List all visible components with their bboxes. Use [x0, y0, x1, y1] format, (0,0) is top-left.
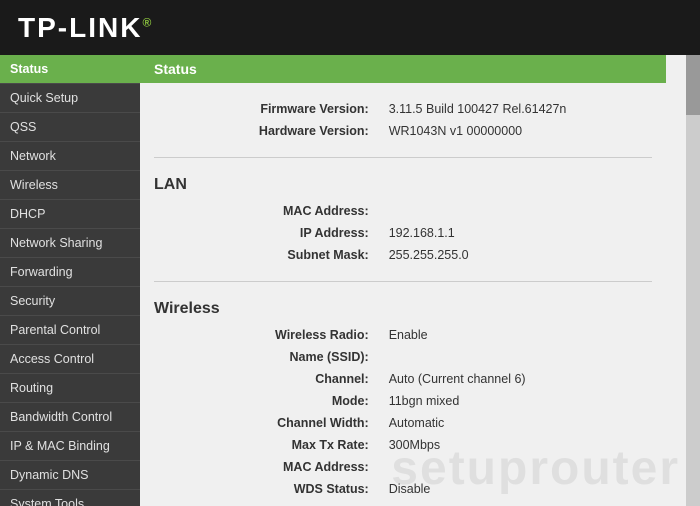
- lan-ip-label: IP Address:: [140, 222, 377, 244]
- version-table: Firmware Version: 3.11.5 Build 100427 Re…: [140, 98, 666, 142]
- wireless-width-value: Automatic: [377, 412, 666, 434]
- firmware-label: Firmware Version:: [140, 98, 377, 120]
- trademark: ®: [142, 15, 153, 29]
- hardware-row: Hardware Version: WR1043N v1 00000000: [140, 120, 666, 142]
- wireless-channel-row: Channel: Auto (Current channel 6): [140, 368, 666, 390]
- wireless-txrate-value: 300Mbps: [377, 434, 666, 456]
- sidebar-item-bandwidth-control[interactable]: Bandwidth Control: [0, 403, 140, 432]
- lan-table: MAC Address: IP Address: 192.168.1.1 Sub…: [140, 200, 666, 266]
- wireless-ssid-row: Name (SSID):: [140, 346, 666, 368]
- sidebar-item-parental-control[interactable]: Parental Control: [0, 316, 140, 345]
- sidebar-item-network[interactable]: Network: [0, 142, 140, 171]
- wireless-txrate-row: Max Tx Rate: 300Mbps: [140, 434, 666, 456]
- wireless-radio-value: Enable: [377, 324, 666, 346]
- content-inner: Status Firmware Version: 3.11.5 Build 10…: [140, 55, 686, 506]
- lan-title: LAN: [140, 168, 666, 200]
- wireless-width-label: Channel Width:: [140, 412, 377, 434]
- sidebar-item-routing[interactable]: Routing: [0, 374, 140, 403]
- sidebar-item-system-tools[interactable]: System Tools: [0, 490, 140, 506]
- wireless-wds-value: Disable: [377, 478, 666, 500]
- wireless-wds-row: WDS Status: Disable: [140, 478, 666, 500]
- sidebar-item-access-control[interactable]: Access Control: [0, 345, 140, 374]
- wireless-ssid-label: Name (SSID):: [140, 346, 377, 368]
- wireless-wds-label: WDS Status:: [140, 478, 377, 500]
- sidebar-item-status[interactable]: Status: [0, 55, 140, 84]
- sidebar-item-quick-setup[interactable]: Quick Setup: [0, 84, 140, 113]
- lan-subnet-value: 255.255.255.0: [377, 244, 666, 266]
- divider-1: [154, 157, 652, 158]
- firmware-row: Firmware Version: 3.11.5 Build 100427 Re…: [140, 98, 666, 120]
- wireless-mac-label: MAC Address:: [140, 456, 377, 478]
- sidebar-item-ip-mac-binding[interactable]: IP & MAC Binding: [0, 432, 140, 461]
- hardware-label: Hardware Version:: [140, 120, 377, 142]
- logo-tp: TP-: [18, 12, 69, 43]
- header: TP-LINK®: [0, 0, 700, 55]
- logo-link: LINK: [69, 12, 142, 43]
- lan-mac-row: MAC Address:: [140, 200, 666, 222]
- sidebar-item-dynamic-dns[interactable]: Dynamic DNS: [0, 461, 140, 490]
- sidebar-item-network-sharing[interactable]: Network Sharing: [0, 229, 140, 258]
- sidebar: Status Quick Setup QSS Network Wireless …: [0, 55, 140, 506]
- wireless-title: Wireless: [140, 292, 666, 324]
- sidebar-item-qss[interactable]: QSS: [0, 113, 140, 142]
- divider-2: [154, 281, 652, 282]
- lan-subnet-row: Subnet Mask: 255.255.255.0: [140, 244, 666, 266]
- lan-ip-row: IP Address: 192.168.1.1: [140, 222, 666, 244]
- scrollbar-track[interactable]: [686, 55, 700, 506]
- sidebar-item-wireless[interactable]: Wireless: [0, 171, 140, 200]
- sidebar-item-security[interactable]: Security: [0, 287, 140, 316]
- wireless-mode-row: Mode: 11bgn mixed: [140, 390, 666, 412]
- scrollbar-thumb[interactable]: [686, 55, 700, 115]
- layout: Status Quick Setup QSS Network Wireless …: [0, 55, 700, 506]
- wireless-table: Wireless Radio: Enable Name (SSID): Chan…: [140, 324, 666, 500]
- wireless-mac-value: [377, 456, 666, 478]
- wireless-mac-row: MAC Address:: [140, 456, 666, 478]
- lan-mac-label: MAC Address:: [140, 200, 377, 222]
- section-title: Status: [154, 61, 197, 77]
- lan-ip-value: 192.168.1.1: [377, 222, 666, 244]
- logo: TP-LINK®: [18, 12, 153, 44]
- sidebar-item-dhcp[interactable]: DHCP: [0, 200, 140, 229]
- wireless-mode-label: Mode:: [140, 390, 377, 412]
- wireless-width-row: Channel Width: Automatic: [140, 412, 666, 434]
- firmware-value: 3.11.5 Build 100427 Rel.61427n: [377, 98, 666, 120]
- main-content: Status Firmware Version: 3.11.5 Build 10…: [140, 55, 700, 506]
- wireless-radio-row: Wireless Radio: Enable: [140, 324, 666, 346]
- wireless-channel-label: Channel:: [140, 368, 377, 390]
- section-header: Status: [140, 55, 666, 83]
- wireless-channel-value: Auto (Current channel 6): [377, 368, 666, 390]
- sidebar-item-forwarding[interactable]: Forwarding: [0, 258, 140, 287]
- lan-mac-value: [377, 200, 666, 222]
- hardware-value: WR1043N v1 00000000: [377, 120, 666, 142]
- lan-subnet-label: Subnet Mask:: [140, 244, 377, 266]
- wireless-radio-label: Wireless Radio:: [140, 324, 377, 346]
- wireless-txrate-label: Max Tx Rate:: [140, 434, 377, 456]
- wireless-mode-value: 11bgn mixed: [377, 390, 666, 412]
- wireless-ssid-value: [377, 346, 666, 368]
